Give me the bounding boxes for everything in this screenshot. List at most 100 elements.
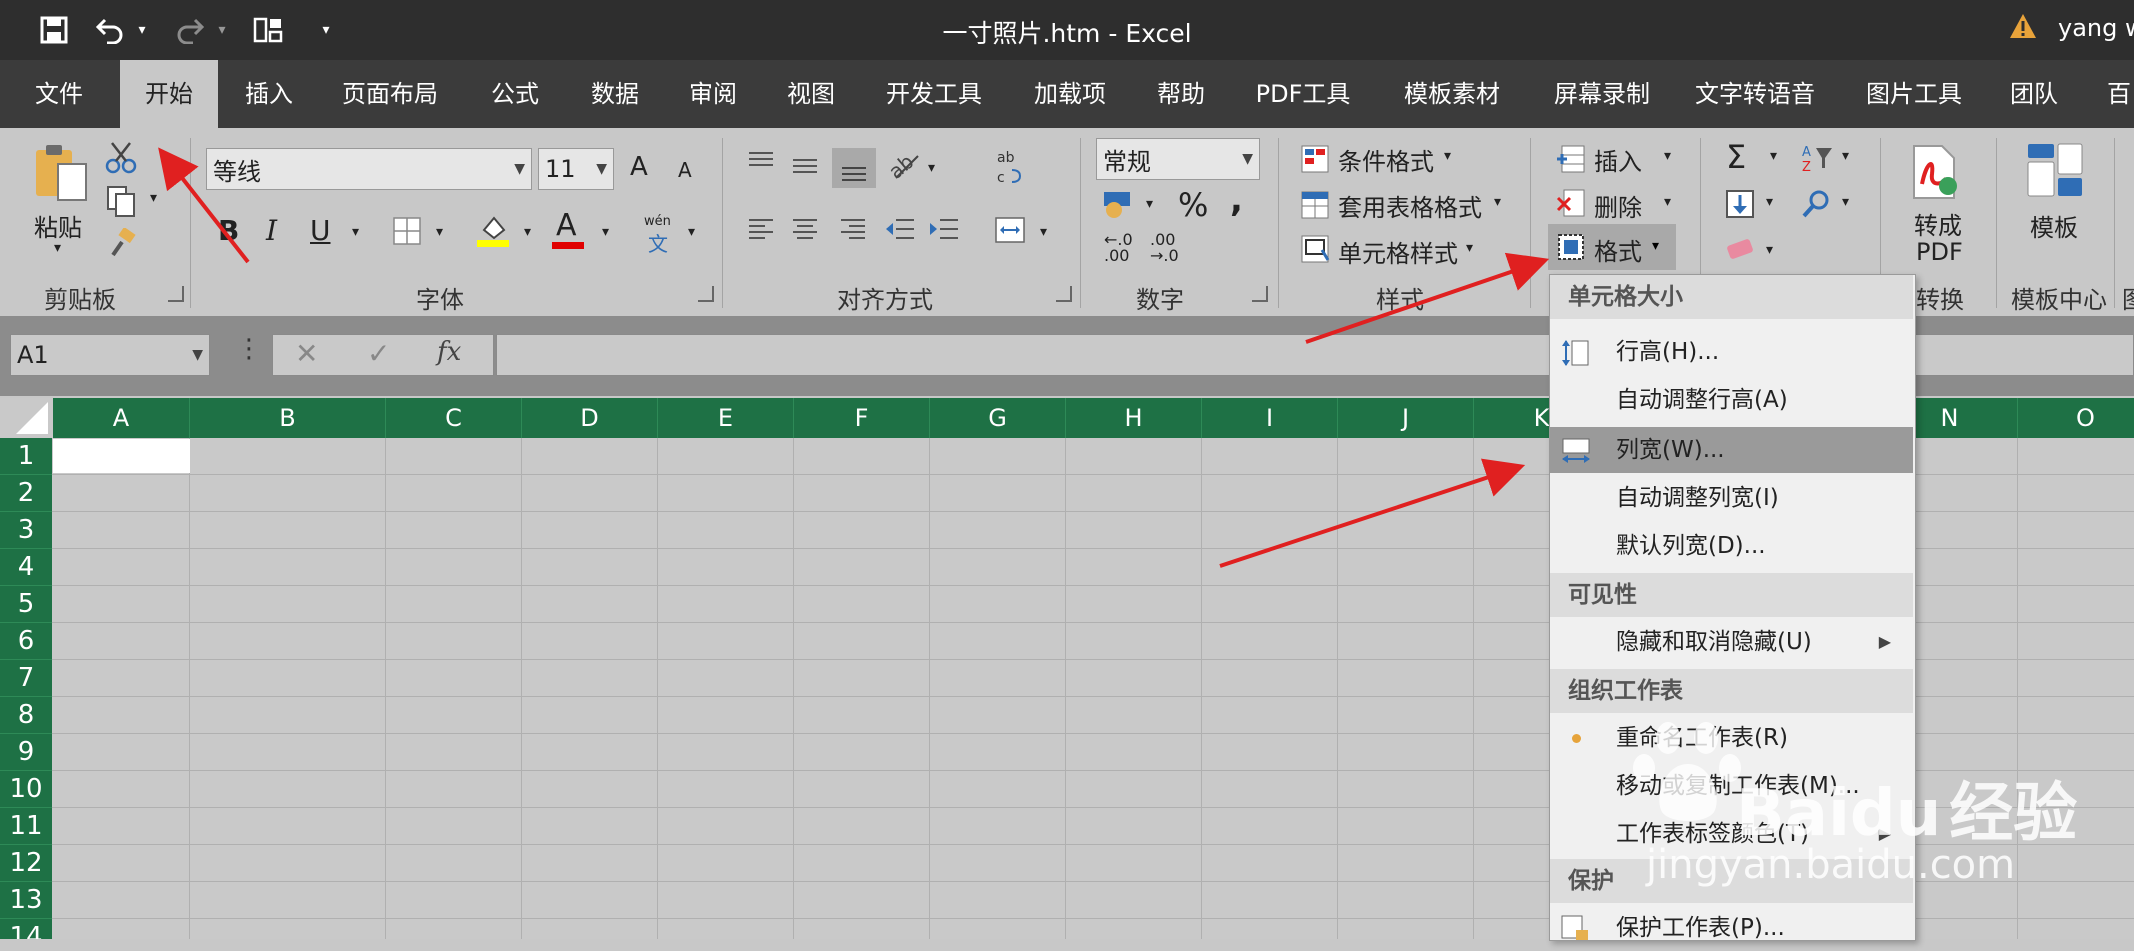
pdf-convert-line1[interactable]: 转成 [1914,206,1962,241]
decrease-indent-icon[interactable] [884,216,916,242]
align-top-icon[interactable] [746,150,776,174]
format-cells-button[interactable]: 格式 ▾ [1548,224,1676,270]
sort-filter-dropdown-icon[interactable]: ▾ [1842,148,1849,164]
tab-screen-record[interactable]: 屏幕录制 [1540,60,1664,128]
menu-item-hide-unhide[interactable]: 隐藏和取消隐藏(U) ▶ [1550,619,1913,665]
row-header[interactable]: 10 [0,771,52,808]
user-name[interactable]: yang w [2058,14,2134,42]
insert-cells-icon[interactable] [1556,144,1586,174]
template-icon[interactable] [2026,142,2084,200]
menu-item-autofit-column[interactable]: 自动调整列宽(I) [1550,475,1913,521]
phonetic-icon[interactable]: 文 [648,228,668,257]
align-middle-icon[interactable] [790,154,820,178]
cancel-icon[interactable]: ✕ [295,337,318,370]
menu-item-row-height[interactable]: 行高(H)... [1550,329,1913,375]
tab-template-assets[interactable]: 模板素材 [1390,60,1514,128]
insert-cells-dropdown-icon[interactable]: ▾ [1664,148,1671,164]
tab-picture-tools[interactable]: 图片工具 [1858,60,1970,128]
formula-bar-options-icon[interactable]: ⋮ [236,334,262,364]
tab-home[interactable]: 开始 [120,60,218,128]
tab-pdf-tools[interactable]: PDF工具 [1248,60,1358,128]
bold-button[interactable]: B [218,214,239,247]
insert-cells-button[interactable]: 插入 [1594,142,1642,177]
orientation-icon[interactable]: ab [886,148,922,182]
tab-review[interactable]: 审阅 [672,60,754,128]
conditional-format-icon[interactable] [1300,144,1330,174]
accounting-dropdown-icon[interactable]: ▾ [1146,196,1153,212]
clear-icon[interactable] [1724,236,1756,262]
row-header[interactable]: 13 [0,882,52,919]
merge-center-icon[interactable] [994,216,1026,244]
accounting-format-icon[interactable] [1100,186,1136,220]
column-header[interactable]: H [1066,398,1202,438]
tab-developer[interactable]: 开发工具 [870,60,998,128]
row-header[interactable]: 1 [0,438,52,475]
align-left-icon[interactable] [746,216,776,242]
row-header[interactable]: 8 [0,697,52,734]
row-header[interactable]: 7 [0,660,52,697]
delete-cells-dropdown-icon[interactable]: ▾ [1664,194,1671,210]
warning-icon[interactable] [2008,12,2038,44]
alignment-launcher-icon[interactable] [1056,286,1072,302]
column-header[interactable]: J [1338,398,1474,438]
format-as-table-dropdown-icon[interactable]: ▾ [1494,194,1501,210]
column-header[interactable]: C [386,398,522,438]
fill-dropdown-icon[interactable]: ▾ [1766,194,1773,210]
menu-item-autofit-row[interactable]: 自动调整行高(A) [1550,377,1913,423]
phonetic-icon-top[interactable]: wén [644,214,671,229]
tab-view[interactable]: 视图 [770,60,852,128]
column-header[interactable]: I [1202,398,1338,438]
tab-formulas[interactable]: 公式 [474,60,556,128]
cell-styles-dropdown-icon[interactable]: ▾ [1466,240,1473,256]
phonetic-dropdown-icon[interactable]: ▾ [688,224,695,240]
tab-help[interactable]: 帮助 [1140,60,1222,128]
borders-icon[interactable] [392,216,422,250]
clipboard-launcher-icon[interactable] [168,286,184,302]
conditional-format-button[interactable]: 条件格式 [1338,142,1434,177]
row-header[interactable]: 5 [0,586,52,623]
menu-item-protect-sheet[interactable]: 保护工作表(P)... [1550,905,1913,951]
menu-item-default-width[interactable]: 默认列宽(D)... [1550,523,1913,569]
format-as-table-button[interactable]: 套用表格格式 [1338,188,1482,223]
number-format-select[interactable]: 常规 ▼ [1096,138,1260,180]
column-header[interactable]: E [658,398,794,438]
tab-team[interactable]: 团队 [2000,60,2068,128]
borders-dropdown-icon[interactable]: ▾ [436,224,443,240]
row-header[interactable]: 14 [0,919,52,939]
sort-filter-icon[interactable]: AZ [1800,142,1834,174]
align-center-icon[interactable] [790,216,820,242]
conditional-format-dropdown-icon[interactable]: ▾ [1444,148,1451,164]
column-header[interactable]: D [522,398,658,438]
italic-button[interactable]: I [266,214,277,247]
row-header[interactable]: 3 [0,512,52,549]
tab-more[interactable]: 百 [2104,60,2134,128]
tab-page-layout[interactable]: 页面布局 [330,60,450,128]
template-button[interactable]: 模板 [2030,208,2078,243]
active-cell-a1[interactable] [53,439,190,473]
fill-color-icon[interactable] [476,212,510,252]
enter-icon[interactable]: ✓ [367,337,390,370]
font-size-select[interactable]: 11 ▼ [538,148,614,190]
menu-item-column-width[interactable]: 列宽(W)... [1550,427,1913,473]
format-as-table-icon[interactable] [1300,190,1330,220]
autosum-dropdown-icon[interactable]: ▾ [1770,148,1777,164]
format-painter-icon[interactable] [108,226,138,262]
name-box[interactable]: A1 ▼ [10,334,210,376]
tab-insert[interactable]: 插入 [230,60,308,128]
underline-dropdown-icon[interactable]: ▾ [352,224,359,240]
paste-dropdown-icon[interactable]: ▾ [54,240,61,256]
paste-icon[interactable] [32,142,94,208]
increase-decimal-button[interactable]: ←.0.00 [1104,232,1133,264]
tab-file[interactable]: 文件 [18,60,100,128]
column-header[interactable]: B [190,398,386,438]
delete-cells-icon[interactable] [1556,188,1586,218]
percent-button[interactable]: % [1178,186,1208,224]
row-header[interactable]: 4 [0,549,52,586]
font-color-button[interactable]: A [556,208,577,243]
font-name-select[interactable]: 等线 ▼ [206,148,532,190]
row-header[interactable]: 9 [0,734,52,771]
tab-text-to-speech[interactable]: 文字转语音 [1690,60,1820,128]
find-select-dropdown-icon[interactable]: ▾ [1842,194,1849,210]
tab-addins[interactable]: 加载项 [1020,60,1120,128]
wrap-text-icon[interactable]: ab c [996,148,1022,186]
